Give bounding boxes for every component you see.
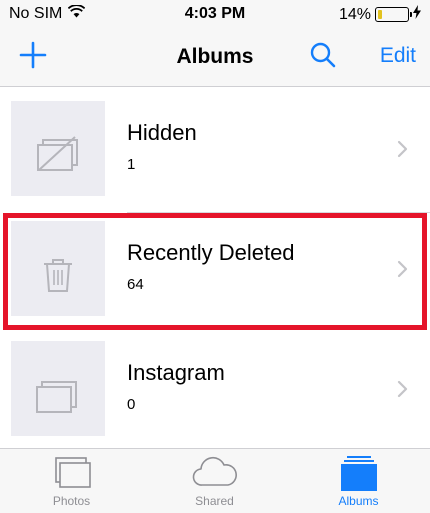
- status-right: 14%: [339, 5, 421, 24]
- chevron-right-icon: [396, 379, 410, 399]
- album-name: Recently Deleted: [127, 240, 295, 265]
- hidden-album-icon: [37, 136, 78, 171]
- edit-button[interactable]: Edit: [380, 44, 416, 68]
- album-count: 0: [127, 396, 136, 413]
- album-row-recently-deleted[interactable]: Recently Deleted 64: [0, 213, 430, 333]
- tab-albums[interactable]: Albums: [287, 449, 430, 513]
- status-bar: No SIM 4:03 PM 14%: [0, 0, 430, 28]
- album-row-hidden[interactable]: Hidden 1: [0, 93, 430, 213]
- battery-icon: [375, 7, 412, 22]
- album-name: Instagram: [127, 360, 225, 385]
- tab-label: Photos: [52, 494, 91, 508]
- battery-percent: 14%: [338, 5, 371, 23]
- nav-bar: Albums Edit: [0, 28, 430, 87]
- charging-bolt-icon: [413, 5, 421, 24]
- trash-icon: [44, 259, 72, 292]
- photos-icon: [51, 455, 93, 496]
- cloud-icon: [190, 455, 240, 496]
- album-count: 1: [127, 156, 136, 173]
- tab-label: Shared: [195, 494, 234, 508]
- tab-bar: Photos Shared Albums: [0, 448, 430, 513]
- album-thumbnail: [11, 221, 105, 316]
- tab-shared[interactable]: Shared: [143, 449, 286, 513]
- album-name: Hidden: [127, 120, 197, 145]
- tab-photos[interactable]: Photos: [0, 449, 143, 513]
- album-count: 64: [127, 276, 144, 293]
- stacked-photos-icon: [36, 381, 77, 413]
- album-row-instagram[interactable]: Instagram 0: [0, 333, 430, 453]
- search-icon[interactable]: [309, 41, 337, 69]
- battery-level: [377, 9, 382, 19]
- tab-label: Albums: [338, 494, 379, 508]
- page-title: Albums: [176, 45, 254, 68]
- chevron-right-icon: [396, 259, 410, 279]
- albums-icon: [338, 455, 380, 498]
- album-thumbnail: [11, 341, 105, 436]
- album-thumbnail: [11, 101, 105, 196]
- chevron-right-icon: [396, 139, 410, 159]
